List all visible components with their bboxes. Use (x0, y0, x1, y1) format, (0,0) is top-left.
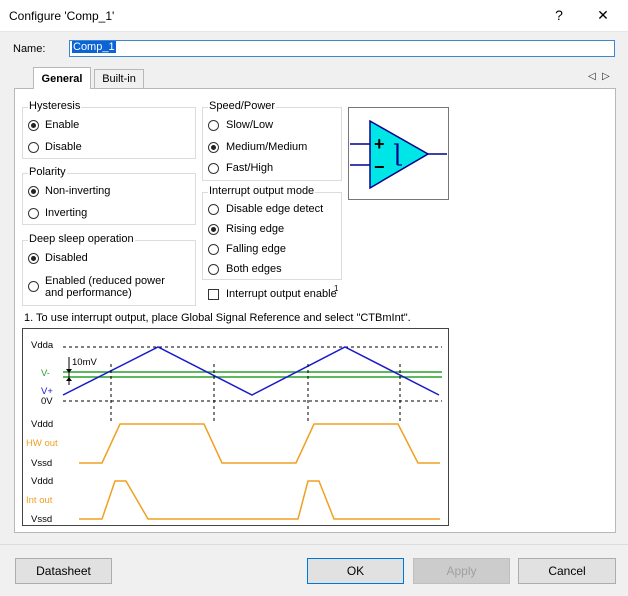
speed-slow-label[interactable]: Slow/Low (226, 119, 273, 131)
apply-button[interactable]: Apply (413, 558, 510, 584)
deep-sleep-enabled-label[interactable]: Enabled (reduced power (45, 275, 165, 287)
label-int-out: Int out (26, 495, 53, 506)
label-vssd-2: Vssd (31, 514, 52, 525)
speed-fast-label[interactable]: Fast/High (226, 162, 273, 174)
speed-medium-label[interactable]: Medium/Medium (226, 141, 307, 153)
deep-sleep-enabled-radio[interactable] (28, 281, 39, 292)
tab-built-in[interactable]: Built-in (94, 69, 144, 88)
deep-sleep-disabled-radio[interactable] (28, 253, 39, 264)
interrupt-mode-title: Interrupt output mode (208, 185, 316, 197)
name-value: Comp_1 (72, 41, 116, 53)
deep-sleep-disabled-label[interactable]: Disabled (45, 252, 88, 264)
interrupt-both-edges-radio[interactable] (208, 264, 219, 275)
hysteresis-enable-radio[interactable] (28, 120, 39, 131)
ok-button[interactable]: OK (307, 558, 404, 584)
interrupt-enable-checkbox[interactable] (208, 289, 219, 300)
polarity-title: Polarity (28, 166, 67, 178)
label-zero: 0V (41, 396, 53, 407)
close-button[interactable]: ✕ (588, 4, 618, 26)
label-vdda: Vdda (31, 340, 54, 351)
interrupt-both-edges-label[interactable]: Both edges (226, 263, 282, 275)
speed-slow-radio[interactable] (208, 120, 219, 131)
interrupt-disable-edge-radio[interactable] (208, 204, 219, 215)
name-input[interactable]: Comp_1 (69, 40, 615, 57)
label-v-minus: V- (41, 368, 50, 379)
footnote-text: 1. To use interrupt output, place Global… (24, 312, 411, 324)
deep-sleep-title: Deep sleep operation (28, 233, 135, 245)
interrupt-enable-footnote-mark: 1 (334, 284, 339, 293)
polarity-non-inverting-radio[interactable] (28, 186, 39, 197)
interrupt-falling-edge-radio[interactable] (208, 244, 219, 255)
window-title: Configure 'Comp_1' (9, 9, 115, 23)
hysteresis-enable-label[interactable]: Enable (45, 119, 79, 131)
hysteresis-disable-label[interactable]: Disable (45, 141, 82, 153)
tab-scroll-left-icon[interactable]: ◁ (588, 71, 596, 82)
speed-medium-radio[interactable] (208, 142, 219, 153)
polarity-inverting-label[interactable]: Inverting (45, 207, 87, 219)
polarity-inverting-radio[interactable] (28, 208, 39, 219)
polarity-non-inverting-label[interactable]: Non-inverting (45, 185, 110, 197)
waveform-diagram: Vdda V- V+ 0V 10mV Vddd HW out Vssd Vddd… (22, 328, 449, 526)
interrupt-falling-edge-label[interactable]: Falling edge (226, 243, 286, 255)
tab-scroll-right-icon[interactable]: ▷ (602, 71, 610, 82)
label-delta: 10mV (72, 357, 97, 368)
symbol-plus: + (374, 134, 385, 154)
cancel-button[interactable]: Cancel (518, 558, 616, 584)
footer-separator (0, 544, 628, 545)
datasheet-button[interactable]: Datasheet (15, 558, 112, 584)
label-vddd-2: Vddd (31, 476, 53, 487)
symbol-minus: − (374, 157, 385, 177)
interrupt-rising-edge-radio[interactable] (208, 224, 219, 235)
comparator-symbol-icon: + − (348, 107, 449, 200)
interrupt-enable-label[interactable]: Interrupt output enable (226, 288, 337, 300)
interrupt-rising-edge-label[interactable]: Rising edge (226, 223, 284, 235)
label-vddd-1: Vddd (31, 419, 53, 430)
deep-sleep-enabled-label-line2[interactable]: and performance) (45, 287, 132, 299)
speed-power-title: Speed/Power (208, 100, 277, 112)
label-hw-out: HW out (26, 438, 58, 449)
speed-fast-radio[interactable] (208, 163, 219, 174)
hysteresis-disable-radio[interactable] (28, 142, 39, 153)
interrupt-disable-edge-label[interactable]: Disable edge detect (226, 203, 323, 215)
help-button[interactable]: ? (544, 4, 574, 26)
hysteresis-title: Hysteresis (28, 100, 82, 112)
name-label: Name: (13, 43, 46, 55)
tab-general[interactable]: General (33, 67, 91, 89)
label-vssd-1: Vssd (31, 458, 52, 469)
